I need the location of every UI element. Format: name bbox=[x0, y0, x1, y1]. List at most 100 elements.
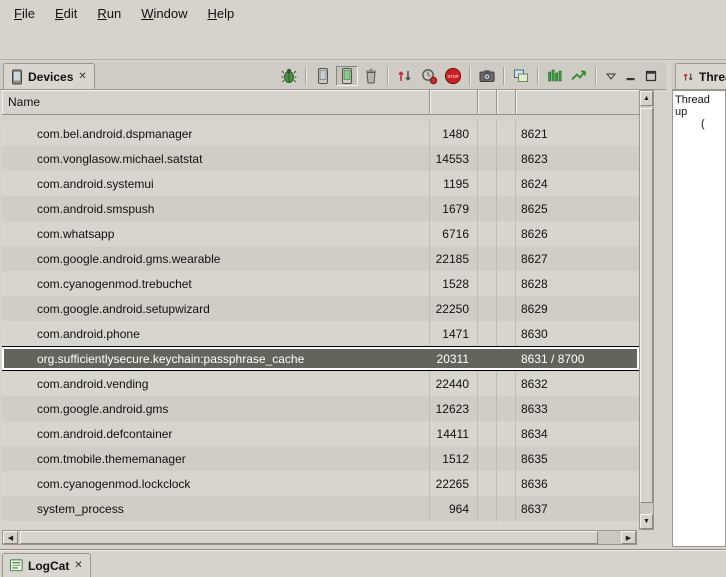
row-process-name: com.android.defcontainer bbox=[2, 421, 430, 446]
horizontal-scrollbar[interactable]: ◀ ▶ bbox=[2, 530, 637, 545]
table-row[interactable]: system_process 964 8637 bbox=[2, 496, 639, 521]
row-empty-col-1 bbox=[478, 321, 497, 346]
pictures-icon bbox=[512, 67, 530, 85]
row-empty-col-2 bbox=[497, 446, 516, 471]
row-port: 8629 bbox=[516, 296, 639, 321]
update-threads-icon bbox=[396, 67, 414, 85]
update-threads-button[interactable] bbox=[394, 66, 416, 86]
table-row[interactable]: com.android.systemui 1195 8624 bbox=[2, 171, 639, 196]
table-row[interactable]: com.android.vending 22440 8632 bbox=[2, 371, 639, 396]
threads-message: Thread up ( bbox=[672, 90, 726, 547]
row-pid: 1528 bbox=[430, 271, 478, 296]
table-row[interactable]: com.cyanogenmod.trebuchet 1528 8628 bbox=[2, 271, 639, 296]
row-empty-col-2 bbox=[497, 421, 516, 446]
toolbar-separator bbox=[537, 67, 539, 85]
table-row[interactable]: com.android.smspush 1679 8625 bbox=[2, 196, 639, 221]
menubar: File Edit Run Window Help bbox=[0, 0, 726, 26]
stop-process-button[interactable]: STOP bbox=[442, 66, 464, 86]
menu-window[interactable]: Window bbox=[131, 3, 197, 24]
row-empty-col-2 bbox=[497, 396, 516, 421]
dump-hprof-icon bbox=[338, 67, 356, 85]
column-header-pid[interactable] bbox=[430, 90, 478, 114]
menu-edit[interactable]: Edit bbox=[45, 3, 87, 24]
row-process-name: org.sufficientlysecure.keychain:passphra… bbox=[2, 347, 430, 370]
logcat-icon bbox=[9, 558, 24, 573]
systrace-fence-icon bbox=[546, 67, 564, 85]
row-port: 8625 bbox=[516, 196, 639, 221]
tab-threads[interactable]: Threads ✕ bbox=[675, 63, 726, 89]
row-pid: 14411 bbox=[430, 421, 478, 446]
row-process-name: com.cyanogenmod.trebuchet bbox=[2, 271, 430, 296]
row-port: 8623 bbox=[516, 146, 639, 171]
table-row[interactable]: com.bel.android.dspmanager 1480 8621 bbox=[2, 121, 639, 146]
maximize-icon bbox=[645, 70, 657, 82]
devices-panel: Devices ✕ bbox=[0, 60, 666, 549]
table-row[interactable]: com.android.phone 1471 8630 bbox=[2, 321, 639, 346]
row-pid: 1512 bbox=[430, 446, 478, 471]
row-port: 8632 bbox=[516, 371, 639, 396]
table-row[interactable]: com.cyanogenmod.lockclock 22265 8636 bbox=[2, 471, 639, 496]
table-row[interactable]: com.google.android.gms.wearable 22185 86… bbox=[2, 246, 639, 271]
cause-gc-button[interactable] bbox=[360, 66, 382, 86]
row-empty-col-2 bbox=[497, 171, 516, 196]
row-empty-col-1 bbox=[478, 371, 497, 396]
scroll-up-icon[interactable]: ▲ bbox=[640, 91, 653, 106]
table-row[interactable]: com.google.android.gms 12623 8633 bbox=[2, 396, 639, 421]
debug-process-button[interactable] bbox=[278, 66, 300, 86]
tab-logcat[interactable]: LogCat ✕ bbox=[2, 553, 91, 577]
row-pid: 20311 bbox=[430, 347, 478, 370]
column-header-4[interactable] bbox=[497, 90, 516, 114]
row-pid: 22265 bbox=[430, 471, 478, 496]
view-hierarchy-button[interactable] bbox=[510, 66, 532, 86]
minimize-button[interactable] bbox=[622, 67, 640, 85]
row-empty-col-1 bbox=[478, 471, 497, 496]
row-process-name: com.whatsapp bbox=[2, 221, 430, 246]
row-pid: 1480 bbox=[430, 121, 478, 146]
row-process-name: com.google.android.gms.wearable bbox=[2, 246, 430, 271]
opengl-trace-button[interactable] bbox=[568, 66, 590, 86]
tab-logcat-close-icon[interactable]: ✕ bbox=[73, 560, 83, 571]
table-row[interactable]: com.android.defcontainer 14411 8634 bbox=[2, 421, 639, 446]
row-port: 8621 bbox=[516, 121, 639, 146]
table-row[interactable]: com.tmobile.thememanager 1512 8635 bbox=[2, 446, 639, 471]
menu-window-label: Window bbox=[141, 6, 187, 21]
table-row[interactable]: org.sufficientlysecure.keychain:passphra… bbox=[2, 346, 639, 371]
column-header-port[interactable] bbox=[516, 90, 639, 114]
method-profiling-icon bbox=[420, 67, 438, 85]
menu-run[interactable]: Run bbox=[87, 3, 131, 24]
menu-file[interactable]: File bbox=[4, 3, 45, 24]
maximize-button[interactable] bbox=[642, 67, 660, 85]
table-row[interactable]: com.whatsapp 6716 8626 bbox=[2, 221, 639, 246]
menu-help[interactable]: Help bbox=[197, 3, 244, 24]
tab-devices[interactable]: Devices ✕ bbox=[3, 63, 95, 89]
scroll-down-icon[interactable]: ▼ bbox=[640, 514, 653, 529]
row-port: 8633 bbox=[516, 396, 639, 421]
update-heap-button[interactable] bbox=[312, 66, 334, 86]
toolbar-separator bbox=[305, 67, 307, 85]
method-profiling-button[interactable] bbox=[418, 66, 440, 86]
table-header-row: Name bbox=[2, 90, 639, 115]
table-row[interactable]: com.vonglasow.michael.satstat 14553 8623 bbox=[2, 146, 639, 171]
screen-capture-button[interactable] bbox=[476, 66, 498, 86]
devices-tabstrip: Devices ✕ bbox=[0, 62, 666, 90]
row-empty-col-2 bbox=[497, 496, 516, 521]
capture-systrace-button[interactable] bbox=[544, 66, 566, 86]
scroll-right-icon[interactable]: ▶ bbox=[621, 531, 636, 544]
table-body: com.bel.android.dspmanager 1480 8621 com… bbox=[2, 115, 639, 530]
dump-hprof-button[interactable] bbox=[336, 66, 358, 86]
tab-devices-close-icon[interactable]: ✕ bbox=[77, 71, 87, 82]
row-empty-col-2 bbox=[497, 296, 516, 321]
row-empty-col-1 bbox=[478, 396, 497, 421]
view-menu-button[interactable] bbox=[602, 67, 620, 85]
row-pid: 22185 bbox=[430, 246, 478, 271]
horizontal-scrollbar-thumb[interactable] bbox=[20, 531, 598, 544]
toolbar-separator bbox=[503, 67, 505, 85]
vertical-scrollbar[interactable]: ▲ ▼ bbox=[639, 90, 654, 530]
vertical-scrollbar-thumb[interactable] bbox=[640, 108, 653, 503]
column-header-3[interactable] bbox=[478, 90, 497, 114]
menu-edit-label: Edit bbox=[55, 6, 77, 21]
scroll-left-icon[interactable]: ◀ bbox=[3, 531, 18, 544]
column-header-name[interactable]: Name bbox=[2, 90, 430, 114]
table-row[interactable]: com.google.android.setupwizard 22250 862… bbox=[2, 296, 639, 321]
menu-run-label: Run bbox=[97, 6, 121, 21]
